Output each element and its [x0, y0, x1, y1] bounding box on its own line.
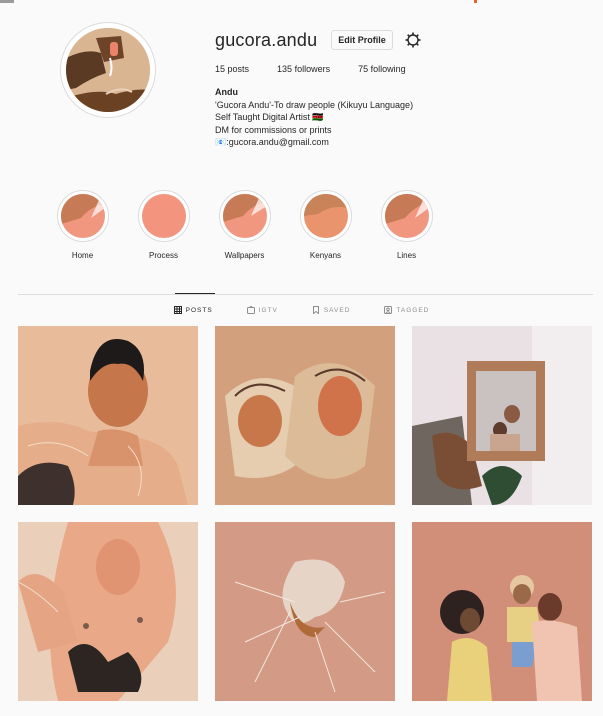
highlight-cover: [303, 194, 348, 238]
highlight-process[interactable]: Process: [123, 190, 204, 260]
followers-link[interactable]: 135 followers: [277, 64, 330, 74]
edit-profile-button[interactable]: Edit Profile: [331, 30, 393, 50]
gear-icon[interactable]: [405, 32, 421, 48]
post-thumbnail[interactable]: [412, 326, 592, 505]
post-thumbnail[interactable]: [18, 522, 198, 701]
tab-posts[interactable]: POSTS: [173, 306, 213, 314]
username: gucora.andu: [215, 29, 318, 50]
tab-igtv[interactable]: IGTV: [246, 306, 278, 314]
tv-icon: [246, 306, 255, 314]
profile-tabs: POSTS IGTV SAVED TAGGED: [0, 306, 603, 314]
story-highlights: Home Process Wallpapers Kenyans Lines: [42, 190, 447, 260]
bio-line: Self Taught Digital Artist 🇰🇪: [215, 112, 324, 122]
highlight-cover: [141, 194, 186, 238]
bio-line: DM for commissions or prints: [215, 124, 332, 135]
profile-bio: Andu 'Gucora Andu'-To draw people (Kikuy…: [215, 86, 585, 149]
highlight-lines[interactable]: Lines: [366, 190, 447, 260]
post-thumbnail[interactable]: [412, 522, 592, 701]
highlight-home[interactable]: Home: [42, 190, 123, 260]
following-link[interactable]: 75 following: [358, 64, 406, 74]
bio-email[interactable]: 📧:gucora.andu@gmail.com: [215, 136, 585, 149]
highlight-wallpapers[interactable]: Wallpapers: [204, 190, 285, 260]
post-thumbnail[interactable]: [215, 522, 395, 701]
highlight-cover: [222, 194, 267, 238]
display-name: Andu: [215, 87, 238, 97]
posts-count: 15 posts: [215, 64, 250, 74]
bookmark-icon: [312, 306, 319, 314]
highlight-kenyans[interactable]: Kenyans: [285, 190, 366, 260]
profile-avatar[interactable]: [60, 22, 156, 118]
tabs-divider: [18, 294, 593, 295]
tab-saved[interactable]: SAVED: [312, 306, 351, 314]
profile-stats: 15 posts 135 followers 75 following: [215, 64, 585, 74]
notification-dot: [474, 0, 477, 3]
avatar-artwork: [66, 28, 150, 112]
active-tab-indicator: [175, 293, 215, 294]
post-thumbnail[interactable]: [215, 326, 395, 505]
tag-icon: [384, 306, 393, 314]
tab-tagged[interactable]: TAGGED: [384, 306, 429, 314]
highlight-cover: [60, 194, 105, 238]
posts-grid: [18, 326, 592, 701]
grid-icon: [173, 306, 182, 314]
highlight-cover: [384, 194, 429, 238]
bio-line: 'Gucora Andu'-To draw people (Kikuyu Lan…: [215, 99, 414, 110]
post-thumbnail[interactable]: [18, 326, 198, 505]
top-edge-mark: [0, 0, 14, 3]
